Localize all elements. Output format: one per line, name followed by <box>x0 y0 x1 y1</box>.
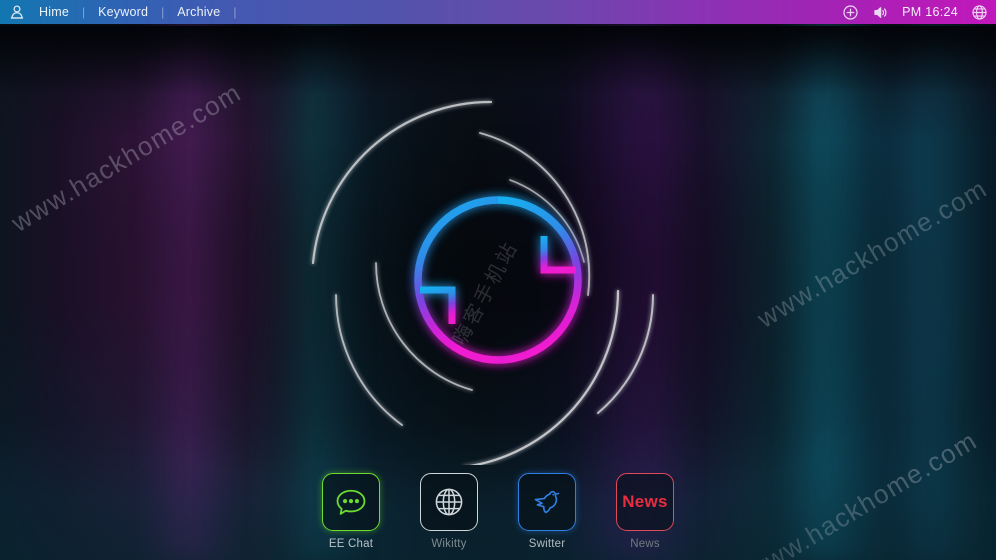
bird-icon <box>534 490 560 514</box>
dock-item-news[interactable]: News News <box>613 473 677 550</box>
center-logo <box>298 95 698 465</box>
menu-item-archive[interactable]: Archive <box>175 0 222 24</box>
menu-separator-2: | <box>161 5 165 19</box>
dock-label-ee-chat: EE Chat <box>328 538 374 550</box>
top-status-bar: Hime | Keyword | Archive | PM 16:24 <box>0 0 996 24</box>
dock-label-switter: Switter <box>528 538 566 550</box>
desktop-screen: 嗨客手机站 www.hackhome.com www.hackhome.com … <box>0 0 996 560</box>
plus-circle-icon[interactable] <box>842 4 859 21</box>
news-text-icon: News <box>622 492 668 511</box>
app-dock: EE Chat Wikitty Switter News News <box>0 468 996 560</box>
wallpaper-top-shade <box>0 26 996 94</box>
dock-label-news: News <box>630 538 660 550</box>
dock-tile-news[interactable]: News <box>616 473 674 531</box>
menu-item-keyword[interactable]: Keyword <box>96 0 150 24</box>
ee-emblem-icon <box>311 100 654 465</box>
chat-bubble-icon <box>336 489 366 515</box>
dock-item-wikitty[interactable]: Wikitty <box>417 473 481 550</box>
top-bar-left-group: Hime | Keyword | Archive | <box>0 0 247 24</box>
dock-tile-ee-chat[interactable] <box>322 473 380 531</box>
dock-label-wikitty: Wikitty <box>431 538 467 550</box>
speaker-icon[interactable] <box>872 4 889 21</box>
dock-tile-switter[interactable] <box>518 473 576 531</box>
globe-icon <box>435 488 463 516</box>
globe-icon[interactable] <box>971 4 988 21</box>
status-clock: PM 16:24 <box>902 5 958 19</box>
menu-separator-3: | <box>233 5 237 19</box>
dock-item-switter[interactable]: Switter <box>515 473 579 550</box>
top-bar-right-group: PM 16:24 <box>842 0 996 24</box>
dock-tile-wikitty[interactable] <box>420 473 478 531</box>
menu-item-hime[interactable]: Hime <box>37 0 71 24</box>
user-icon[interactable] <box>9 4 25 20</box>
dock-item-ee-chat[interactable]: EE Chat <box>319 473 383 550</box>
menu-separator-1: | <box>81 5 86 19</box>
